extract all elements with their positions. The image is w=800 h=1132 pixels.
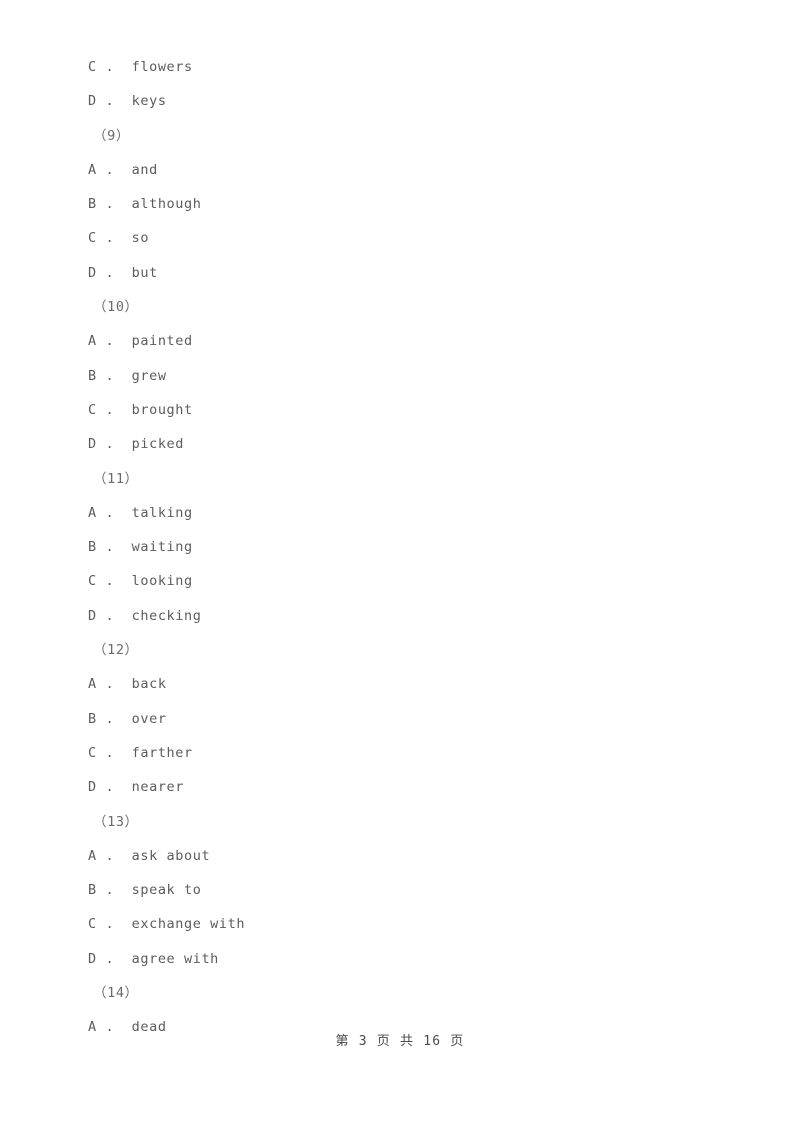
answer-option: D . nearer (88, 779, 185, 796)
answer-option: C . brought (88, 401, 193, 418)
answer-option: C . exchange with (88, 916, 246, 933)
answer-option: B . over (88, 710, 167, 727)
answer-option: A . painted (88, 333, 193, 350)
answer-option: D . checking (88, 607, 202, 624)
answer-option: B . waiting (88, 539, 193, 556)
answer-option: C . flowers (88, 59, 193, 75)
answer-option: C . so (88, 230, 150, 247)
answer-option: C . looking (88, 573, 193, 590)
question-number: （9） (93, 127, 130, 144)
document-page: C . flowers D . keys （9） A . and B . althoug… (0, 0, 800, 1132)
answer-option: D . picked (88, 436, 185, 453)
answer-option: A . back (88, 676, 167, 693)
page-number-indicator: 第 3 页 共 16 页 (335, 1034, 465, 1049)
answer-option: B . although (88, 196, 202, 213)
question-number: （11） (93, 470, 139, 487)
answer-option: A . ask about (88, 847, 211, 864)
answer-option: D . agree with (88, 950, 219, 967)
answer-option: B . grew (88, 367, 167, 384)
answer-option: D . keys (88, 93, 167, 110)
question-number: （12） (93, 642, 139, 659)
question-number: （10） (93, 299, 139, 316)
answer-option: D . but (88, 264, 158, 281)
answer-option: C . farther (88, 744, 193, 761)
question-number: （13） (93, 813, 139, 830)
question-list: C . flowers D . keys （9） A . and B . althoug… (88, 50, 728, 1045)
page-footer: 第 3 页 共 16 页 (0, 1030, 800, 1050)
answer-option: B . speak to (88, 882, 202, 899)
question-number: （14） (93, 985, 139, 1002)
answer-option: A . and (88, 161, 158, 178)
answer-option: A . talking (88, 504, 193, 521)
